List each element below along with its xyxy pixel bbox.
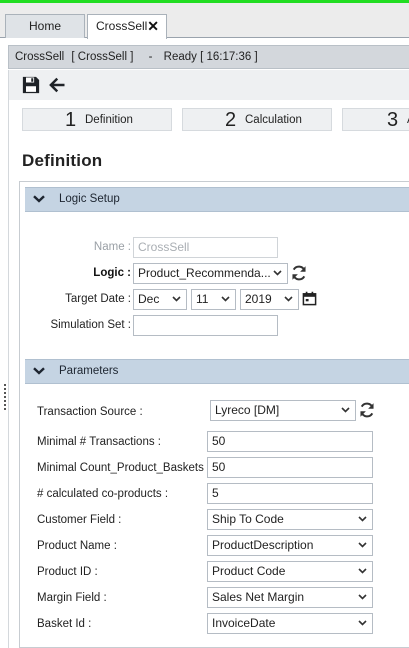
chevron-down-icon: [284, 296, 293, 302]
chevron-down-icon: [33, 195, 45, 203]
definition-panel: Logic Setup Name : CrossSell Logic : Pro…: [19, 181, 409, 648]
customer-field-label: Customer Field :: [37, 514, 122, 526]
product-name-label: Product Name :: [37, 540, 117, 552]
close-icon[interactable]: ✕: [147, 15, 159, 38]
tab-crosssell-label: CrossSell: [96, 19, 148, 33]
min-transactions-label: Minimal # Transactions :: [37, 436, 161, 448]
chevron-down-icon: [33, 367, 45, 375]
chevron-down-icon: [358, 568, 367, 574]
basket-id-label: Basket Id :: [37, 618, 92, 630]
basket-id-select[interactable]: InvoiceDate: [207, 613, 373, 634]
basket-id-value: InvoiceDate: [212, 616, 276, 630]
tab-home-label: Home: [28, 19, 61, 33]
margin-field-label: Margin Field :: [37, 592, 107, 604]
logic-label: Logic :: [93, 267, 131, 279]
status-context: [ CrossSell ]: [71, 51, 134, 63]
year-value: 2019: [245, 292, 272, 306]
logic-value: Product_Recommenda...: [138, 266, 271, 280]
day-value: 11: [196, 292, 209, 306]
margin-field-value: Sales Net Margin: [212, 590, 305, 604]
chevron-down-icon: [358, 542, 367, 548]
tab-home[interactable]: Home: [5, 14, 85, 38]
toolbar: [8, 70, 409, 100]
status-bar: CrossSell [ CrossSell ] - Ready [ 16:17:…: [8, 45, 409, 69]
chevron-down-icon: [273, 270, 282, 276]
chevron-down-icon: [358, 516, 367, 522]
status-module: CrossSell: [15, 51, 65, 63]
calendar-icon[interactable]: [302, 291, 317, 306]
simulation-set-label: Simulation Set :: [50, 319, 131, 331]
simulation-set-field[interactable]: [133, 315, 278, 336]
name-field: CrossSell: [133, 237, 278, 258]
calc-coproducts-label: # calculated co-products :: [37, 488, 169, 500]
page-title: Definition: [22, 151, 103, 170]
chevron-down-icon: [358, 620, 367, 626]
product-id-select[interactable]: Product Code: [207, 561, 373, 582]
month-value: Dec: [138, 292, 160, 306]
step-definition[interactable]: 1 Definition: [22, 108, 172, 131]
status-state: Ready [ 16:17:36 ]: [163, 51, 258, 63]
product-id-label: Product ID :: [37, 566, 98, 578]
tab-strip: Home CrossSell ✕: [0, 3, 409, 39]
day-select[interactable]: 11: [191, 289, 236, 310]
step-calculation[interactable]: 2 Calculation: [182, 108, 332, 131]
customer-field-value: Ship To Code: [212, 512, 284, 526]
section-header-logic-setup[interactable]: Logic Setup: [25, 187, 409, 212]
refresh-icon[interactable]: [358, 401, 376, 419]
name-label: Name :: [93, 241, 131, 253]
margin-field-select[interactable]: Sales Net Margin: [207, 587, 373, 608]
chevron-down-icon: [221, 296, 230, 302]
min-count-baskets-input[interactable]: 50: [207, 457, 373, 478]
transaction-source-select[interactable]: Lyreco [DM]: [210, 400, 356, 421]
step-number: 2: [225, 109, 237, 131]
month-select[interactable]: Dec: [133, 289, 187, 310]
chevron-down-icon: [172, 296, 181, 302]
min-transactions-input[interactable]: 50: [207, 431, 373, 452]
section-title: Parameters: [59, 365, 119, 377]
tab-crosssell[interactable]: CrossSell ✕: [87, 14, 167, 39]
transaction-source-value: Lyreco [DM]: [215, 403, 280, 417]
main-content: 1 Definition 2 Calculation 3 A Definitio…: [8, 100, 409, 648]
step-number: 3: [387, 109, 399, 131]
customer-field-select[interactable]: Ship To Code: [207, 509, 373, 530]
step-number: 1: [65, 109, 77, 131]
transaction-source-label: Transaction Source :: [37, 406, 143, 418]
section-title: Logic Setup: [59, 193, 120, 205]
refresh-icon[interactable]: [290, 264, 308, 282]
status-separator: -: [148, 51, 153, 63]
splitter-grip[interactable]: [4, 384, 7, 414]
chevron-down-icon: [341, 407, 350, 413]
calc-coproducts-input[interactable]: 5: [207, 483, 373, 504]
save-icon[interactable]: [21, 75, 41, 95]
product-name-value: ProductDescription: [212, 538, 314, 552]
year-select[interactable]: 2019: [240, 289, 299, 310]
step-label: Definition: [85, 114, 133, 126]
section-header-parameters[interactable]: Parameters: [25, 359, 409, 384]
arrow-left-icon[interactable]: [47, 75, 67, 95]
step-3[interactable]: 3 A: [342, 108, 409, 131]
target-date-label: Target Date :: [65, 293, 131, 305]
product-name-select[interactable]: ProductDescription: [207, 535, 373, 556]
logic-select[interactable]: Product_Recommenda...: [133, 263, 288, 284]
step-label: Calculation: [245, 114, 302, 126]
product-id-value: Product Code: [212, 564, 286, 578]
chevron-down-icon: [358, 594, 367, 600]
min-count-baskets-label: Minimal Count_Product_Baskets :: [37, 462, 211, 474]
